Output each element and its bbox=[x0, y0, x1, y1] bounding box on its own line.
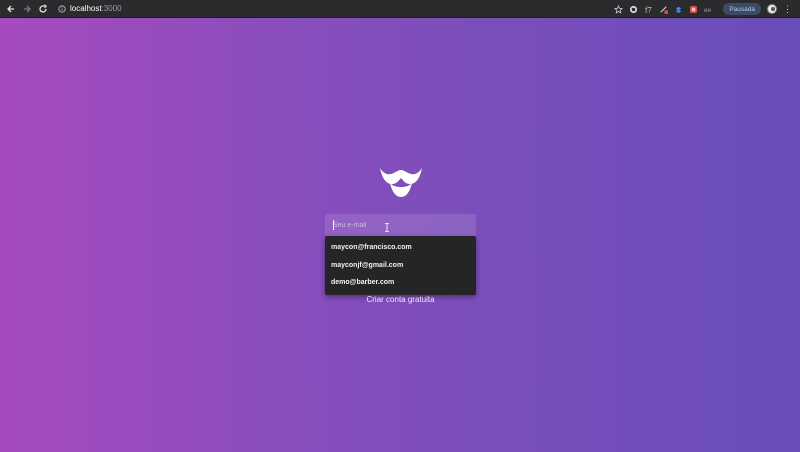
address-host: localhost bbox=[70, 4, 102, 13]
mustache-logo-icon bbox=[380, 168, 422, 197]
back-button[interactable] bbox=[4, 2, 18, 16]
extension-dropbox-icon[interactable] bbox=[674, 5, 683, 14]
autofill-suggestion[interactable]: demo@barber.com bbox=[325, 274, 476, 292]
extension-shield-icon[interactable] bbox=[629, 5, 638, 14]
address-port: :3000 bbox=[101, 4, 122, 13]
autofill-suggestion[interactable]: maycon@francisco.com bbox=[325, 239, 476, 257]
autofill-suggestion[interactable]: mayconjf@gmail.com bbox=[325, 257, 476, 275]
forward-button[interactable] bbox=[20, 2, 34, 16]
reload-button[interactable] bbox=[36, 2, 50, 16]
autofill-dropdown: maycon@francisco.com mayconjf@gmail.com … bbox=[325, 236, 476, 295]
reload-icon bbox=[39, 4, 48, 13]
svg-text:ee: ee bbox=[704, 7, 712, 14]
extension-red-icon[interactable] bbox=[689, 5, 698, 14]
profile-avatar-icon[interactable] bbox=[767, 4, 777, 14]
extensions-area: f7 ee Pausada ⋮ bbox=[614, 0, 800, 18]
extension-f-icon[interactable]: f7 bbox=[644, 5, 653, 13]
info-icon bbox=[58, 4, 66, 13]
text-caret bbox=[333, 220, 334, 230]
more-vert-icon[interactable]: ⋮ bbox=[783, 4, 792, 14]
extension-pen-icon[interactable] bbox=[659, 5, 669, 14]
svg-text:f7: f7 bbox=[645, 5, 652, 13]
extension-grey-icon[interactable]: ee bbox=[704, 5, 713, 14]
text-cursor-icon bbox=[385, 223, 389, 232]
login-page: maycon@francisco.com mayconjf@gmail.com … bbox=[0, 18, 800, 452]
address-bar[interactable]: localhost:3000 bbox=[58, 2, 638, 16]
email-input[interactable] bbox=[325, 214, 476, 236]
create-account-link[interactable]: Criar conta gratuita bbox=[325, 295, 476, 304]
bookmark-star-icon[interactable] bbox=[614, 4, 624, 14]
sync-paused-chip[interactable]: Pausada bbox=[723, 3, 761, 15]
arrow-right-icon bbox=[24, 5, 31, 12]
arrow-left-icon bbox=[7, 5, 14, 12]
browser-toolbar: localhost:3000 f7 ee Pausada ⋮ bbox=[0, 0, 800, 18]
